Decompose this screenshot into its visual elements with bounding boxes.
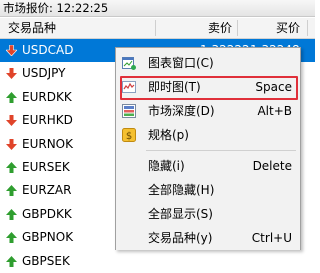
symbol-name: EURNOK (22, 136, 73, 151)
arrow-up-icon (6, 232, 17, 244)
symbol-name: USDCAD (22, 43, 74, 57)
chart-window-icon (122, 57, 136, 70)
symbol-name: USDJPY (22, 66, 66, 81)
menu-item-label: 即时图(T) (148, 80, 201, 94)
svg-text:$: $ (126, 131, 132, 142)
arrow-down-icon (6, 45, 17, 56)
symbol-name: GBPNOK (22, 230, 74, 245)
header-divider (307, 20, 308, 36)
menu-item-6[interactable]: 全部显示(S) (116, 203, 300, 225)
arrow-down-icon (6, 115, 17, 127)
symbol-name: GBPSEK (22, 253, 70, 268)
table-header: 交易品种 卖价 买价 (0, 18, 315, 39)
menu-item-label: 全部隐藏(H) (148, 183, 215, 197)
header-symbol[interactable]: 交易品种 (8, 18, 56, 38)
menu-item-label: 市场深度(D) (148, 104, 215, 118)
tick-chart-icon (122, 81, 136, 93)
arrow-down-icon (6, 68, 17, 80)
menu-item-shortcut: Space (255, 80, 292, 94)
menu-item-1[interactable]: 即时图(T) Space (116, 76, 300, 98)
menu-item-shortcut: Delete (252, 159, 292, 173)
window-title: 市场报价: 12:22:25 (0, 0, 315, 17)
menu-item-label: 图表窗口(C) (148, 56, 214, 70)
menu-item-label: 交易品种(y) (148, 231, 213, 245)
header-divider (237, 20, 238, 36)
menu-item-label: 全部显示(S) (148, 207, 213, 221)
header-ask[interactable]: 买价 (276, 18, 300, 38)
arrow-up-icon (6, 91, 17, 103)
menu-item-label: 规格(p) (148, 128, 189, 142)
menu-item-7[interactable]: 交易品种(y) Ctrl+U (116, 227, 300, 249)
symbol-name: GBPDKK (22, 206, 72, 221)
menu-item-shortcut: Alt+B (257, 104, 292, 118)
menu-item-shortcut: Ctrl+U (251, 231, 292, 245)
context-menu: 图表窗口(C) 即时图(T) Space 市场深度(D) Alt+B $ 规格(p) 隐藏(i… (115, 47, 301, 250)
arrow-down-icon (6, 138, 17, 150)
table-row[interactable]: GBPSEK (0, 250, 315, 273)
header-divider (155, 20, 156, 36)
header-bid[interactable]: 卖价 (208, 18, 232, 38)
market-depth-icon (122, 104, 136, 118)
symbol-name: EURZAR (22, 183, 72, 198)
arrow-up-icon (6, 185, 17, 197)
menu-item-3[interactable]: $ 规格(p) (116, 124, 300, 146)
menu-separator (146, 150, 296, 151)
arrow-up-icon (6, 161, 17, 173)
symbol-name: EURHKD (22, 113, 73, 128)
arrow-up-icon (6, 208, 17, 220)
symbol-name: EURDKK (22, 89, 72, 104)
menu-item-label: 隐藏(i) (148, 159, 185, 173)
menu-item-0[interactable]: 图表窗口(C) (116, 52, 300, 74)
arrow-up-icon (6, 255, 17, 267)
symbol-name: EURSEK (22, 159, 70, 174)
specification-icon: $ (122, 128, 136, 142)
menu-item-2[interactable]: 市场深度(D) Alt+B (116, 100, 300, 122)
menu-item-4[interactable]: 隐藏(i) Delete (116, 155, 300, 177)
menu-item-5[interactable]: 全部隐藏(H) (116, 179, 300, 201)
